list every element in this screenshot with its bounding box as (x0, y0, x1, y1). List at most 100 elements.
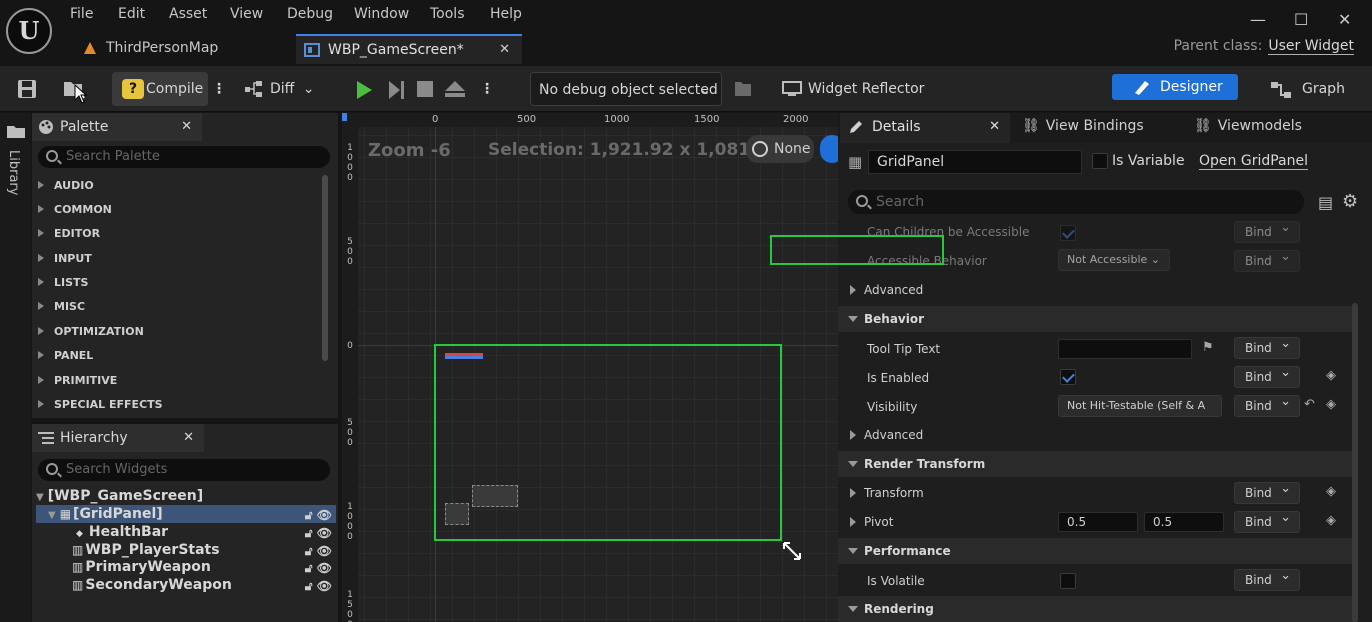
tab-view-bindings[interactable]: ⛓︎ View Bindings (1022, 118, 1144, 134)
pivot-x-input[interactable]: 0.5 (1058, 512, 1138, 532)
designer-button[interactable]: Designer (1112, 74, 1238, 100)
bind-button[interactable]: Bind (1234, 392, 1300, 417)
secondary-weapon-preview[interactable] (445, 503, 469, 525)
graph-button[interactable]: Graph (1270, 72, 1345, 106)
close-icon[interactable]: ✕ (183, 424, 194, 452)
palette-category-common[interactable]: COMMON (38, 198, 112, 222)
palette-category-input[interactable]: INPUT (38, 247, 92, 271)
grid-panel-selection[interactable] (434, 344, 782, 541)
library-tab[interactable]: Library (6, 150, 21, 195)
eye-icon[interactable]: 👁︎ (317, 579, 332, 593)
hierarchy-item-root[interactable]: ▼ [WBP_GameScreen] (36, 487, 336, 505)
play-icon[interactable] (354, 80, 374, 100)
bind-button[interactable]: Bind (1234, 363, 1300, 388)
window-close-icon[interactable]: ✕ (1338, 10, 1351, 29)
palette-category-primitive[interactable]: PRIMITIVE (38, 369, 117, 393)
category-render-transform[interactable]: Render Transform (838, 451, 1358, 477)
primary-weapon-preview[interactable] (472, 485, 518, 507)
menu-window[interactable]: Window (354, 6, 409, 22)
eye-icon[interactable]: 👁︎ (317, 508, 332, 522)
hierarchy-item-primaryweapon[interactable]: ▥ PrimaryWeapon 🔓︎ 👁︎ (36, 558, 336, 576)
unreal-logo-icon[interactable]: U (6, 8, 52, 54)
collapse-icon[interactable]: ▼ (36, 492, 44, 503)
menu-help[interactable]: Help (490, 6, 522, 22)
is-variable-checkbox[interactable] (1092, 153, 1108, 169)
palette-scrollbar[interactable] (322, 175, 328, 361)
diff-button[interactable]: Diff ⌄ (244, 72, 315, 106)
widget-reflector-button[interactable]: Widget Reflector (782, 72, 924, 106)
binding-icon[interactable]: ◈ (1326, 484, 1336, 499)
gear-icon[interactable]: ⚙︎ (1342, 191, 1358, 212)
details-scrollbar[interactable] (1352, 303, 1358, 622)
bind-button[interactable]: Bind (1234, 479, 1300, 504)
open-gridpanel-link[interactable]: Open GridPanel (1199, 153, 1308, 170)
parent-class-link[interactable]: User Widget (1268, 38, 1354, 55)
details-search-input[interactable]: Search (848, 190, 1304, 214)
lock-icon[interactable]: 🔓︎ (305, 508, 313, 522)
bind-button[interactable]: Bind (1234, 508, 1300, 533)
menu-debug[interactable]: Debug (287, 6, 333, 22)
palette-category-optimization[interactable]: OPTIMIZATION (38, 320, 144, 344)
bind-button[interactable]: Bind (1234, 218, 1300, 243)
reset-arrow-icon[interactable]: ↶ (1304, 397, 1315, 412)
is-volatile-checkbox[interactable] (1060, 573, 1076, 589)
eject-icon[interactable] (444, 80, 466, 98)
menu-asset[interactable]: Asset (169, 6, 207, 22)
hierarchy-item-healthbar[interactable]: ◆ HealthBar 🔓︎ 👁︎ (36, 523, 336, 541)
tab-details[interactable]: Details ✕ (840, 113, 1010, 143)
advanced-row[interactable]: Advanced (838, 422, 1358, 448)
bind-button[interactable]: Bind (1234, 334, 1300, 359)
hierarchy-item-secondaryweapon[interactable]: ▥ SecondaryWeapon 🔓︎ 👁︎ (36, 576, 336, 594)
accessible-behavior-dropdown[interactable]: Not Accessible ⌄ (1058, 249, 1170, 271)
minimize-icon[interactable]: — (1250, 10, 1266, 29)
hierarchy-tab[interactable]: Hierarchy ✕ (32, 424, 204, 452)
close-icon[interactable]: ✕ (989, 113, 1000, 141)
palette-category-lists[interactable]: LISTS (38, 271, 88, 295)
category-behavior[interactable]: Behavior (838, 306, 1358, 332)
menu-view[interactable]: View (230, 6, 263, 22)
palette-category-editor[interactable]: EDITOR (38, 222, 100, 246)
lock-icon[interactable]: 🔓︎ (305, 544, 313, 558)
eye-icon[interactable]: 👁︎ (317, 526, 332, 540)
table-view-icon[interactable]: ▤ (1318, 193, 1333, 212)
palette-category-panel[interactable]: PANEL (38, 344, 93, 368)
menu-edit[interactable]: Edit (118, 6, 145, 22)
debug-object-select[interactable]: No debug object selected ⌄ (530, 72, 722, 106)
bind-button[interactable]: Bind (1234, 247, 1300, 272)
hierarchy-search-input[interactable]: Search Widgets (38, 459, 330, 481)
palette-category-audio[interactable]: AUDIO (38, 174, 94, 198)
eye-icon[interactable]: 👁︎ (317, 544, 332, 558)
can-children-checkbox[interactable] (1060, 225, 1076, 241)
menu-file[interactable]: File (70, 6, 93, 22)
lock-icon[interactable]: 🔓︎ (305, 561, 313, 575)
tab-wbp-gamescreen[interactable]: WBP_GameScreen* ✕ (296, 34, 522, 64)
close-icon[interactable]: ✕ (181, 113, 192, 141)
lock-icon[interactable]: 🔓︎ (305, 526, 313, 540)
tab-third-person-map[interactable]: ThirdPersonMap (74, 34, 290, 64)
resize-handle-icon[interactable] (782, 541, 802, 561)
tooltip-input[interactable] (1058, 339, 1192, 359)
play-options-icon[interactable]: ⋮ (480, 72, 494, 106)
pivot-y-input[interactable]: 0.5 (1144, 512, 1224, 532)
close-icon[interactable]: ✕ (499, 36, 510, 64)
dpi-preview-button[interactable]: None (746, 135, 814, 163)
compile-options-icon[interactable]: ⋮ (212, 72, 226, 106)
category-performance[interactable]: Performance (838, 538, 1358, 564)
flag-icon[interactable]: ⚑ (1202, 340, 1214, 355)
compile-button[interactable]: ? Compile (112, 72, 208, 106)
lock-icon[interactable]: 🔓︎ (305, 579, 313, 593)
palette-category-misc[interactable]: MISC (38, 295, 85, 319)
save-icon[interactable] (16, 78, 38, 100)
palette-search-input[interactable]: Search Palette (38, 146, 330, 168)
tab-viewmodels[interactable]: ⛓︎ Viewmodels (1194, 118, 1302, 134)
eye-icon[interactable]: 👁︎ (317, 561, 332, 575)
step-icon[interactable] (386, 80, 406, 100)
visibility-dropdown[interactable]: Not Hit-Testable (Self & A (1058, 395, 1222, 417)
designer-canvas[interactable]: 0 500 1000 1500 2000 1000 500 0 500 1000… (342, 113, 838, 622)
canvas-toggle-button[interactable] (820, 135, 838, 163)
binding-icon[interactable]: ◈ (1326, 397, 1336, 412)
binding-icon[interactable]: ◈ (1326, 513, 1336, 528)
maximize-icon[interactable]: ☐ (1294, 10, 1308, 29)
palette-category-special-effects[interactable]: SPECIAL EFFECTS (38, 393, 163, 417)
bind-button[interactable]: Bind (1234, 566, 1300, 591)
